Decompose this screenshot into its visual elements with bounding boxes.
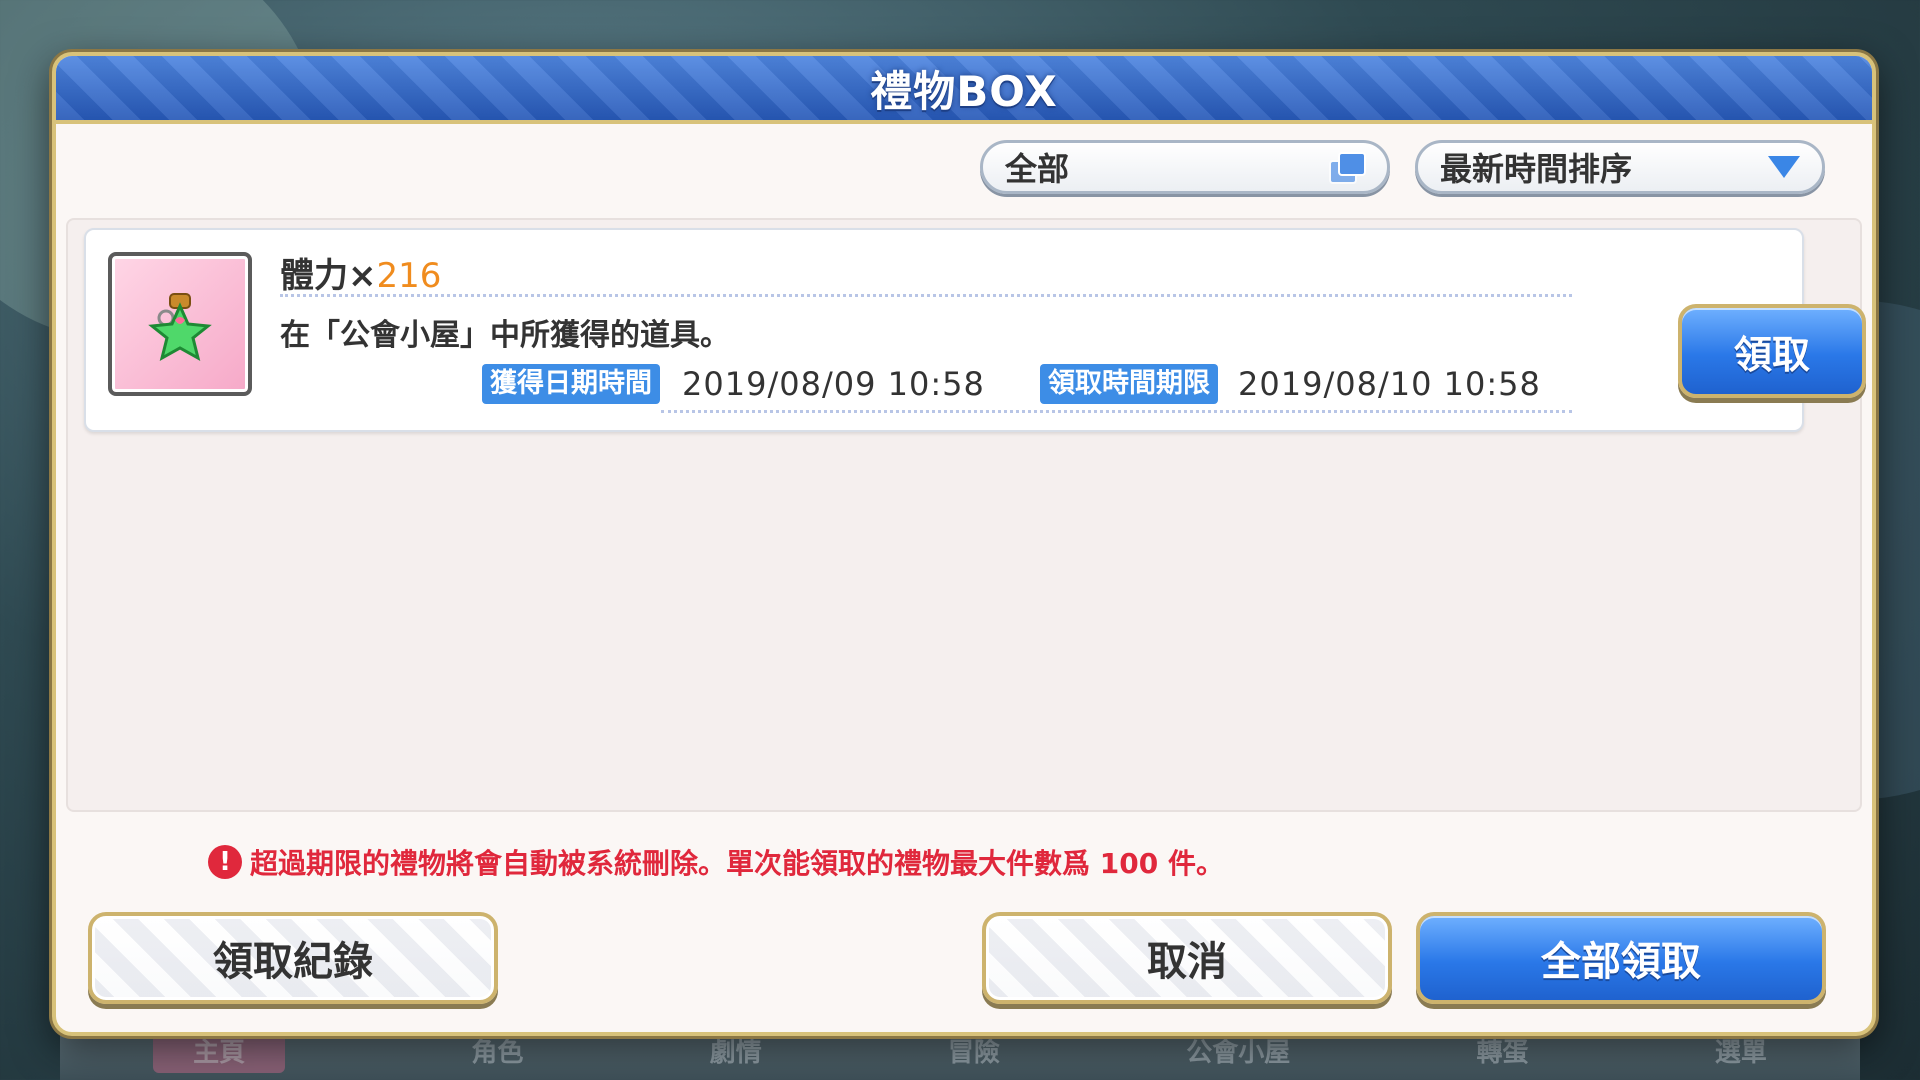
received-date-value: 2019/08/09 10:58	[682, 365, 985, 403]
divider	[280, 294, 1572, 297]
nav-gacha: 轉蛋	[1476, 1037, 1529, 1068]
chevron-down-icon	[1768, 156, 1800, 178]
dialog-title: 禮物BOX	[870, 66, 1058, 116]
expiry-notice-text: 超過期限的禮物將會自動被系統刪除。單次能領取的禮物最大件數爲 100 件。	[250, 847, 1224, 880]
received-date-tag: 獲得日期時間	[482, 364, 660, 404]
receive-all-button[interactable]: 全部領取	[1416, 912, 1826, 1004]
gift-list-item: 體力×216 在「公會小屋」中所獲得的道具。 獲得日期時間 2019/08/09…	[84, 228, 1866, 432]
dialog-titlebar: 禮物BOX	[56, 56, 1872, 124]
nav-adventure: 冒險	[947, 1037, 1000, 1068]
expiry-notice: ! 超過期限的禮物將會自動被系統刪除。單次能領取的禮物最大件數爲 100 件。	[208, 842, 1224, 882]
gift-item-label: 體力×	[280, 256, 377, 296]
stamina-potion-icon	[108, 252, 252, 396]
cancel-button[interactable]: 取消	[982, 912, 1392, 1004]
potion-bottle-icon	[148, 293, 212, 361]
nav-character: 角色	[471, 1037, 524, 1068]
copy-icon	[1329, 152, 1366, 184]
filter-selected-label: 全部	[1005, 150, 1070, 188]
gift-item-name: 體力×216	[280, 248, 441, 297]
gift-list[interactable]: 體力×216 在「公會小屋」中所獲得的道具。 獲得日期時間 2019/08/09…	[66, 218, 1866, 812]
nav-menu: 選單	[1714, 1037, 1767, 1068]
receive-history-button[interactable]: 領取紀錄	[88, 912, 498, 1004]
gift-box-dialog: 禮物BOX 全部 最新時間排序 體力×216 在「公會小屋」中所獲得的道具。 獲…	[52, 52, 1876, 1036]
gift-item-description: 在「公會小屋」中所獲得的道具。	[280, 318, 730, 353]
gift-item-quantity: 216	[376, 256, 442, 296]
nav-guild-house: 公會小屋	[1186, 1037, 1291, 1068]
receive-button[interactable]: 領取	[1678, 304, 1866, 398]
filter-dropdown[interactable]: 全部	[980, 140, 1390, 194]
deadline-tag: 領取時間期限	[1040, 364, 1218, 404]
deadline-value: 2019/08/10 10:58	[1238, 365, 1541, 403]
sort-selected-label: 最新時間排序	[1440, 150, 1633, 188]
sort-dropdown[interactable]: 最新時間排序	[1415, 140, 1825, 194]
nav-story: 劇情	[709, 1037, 762, 1068]
divider	[661, 410, 1572, 413]
warning-icon: !	[208, 845, 242, 879]
